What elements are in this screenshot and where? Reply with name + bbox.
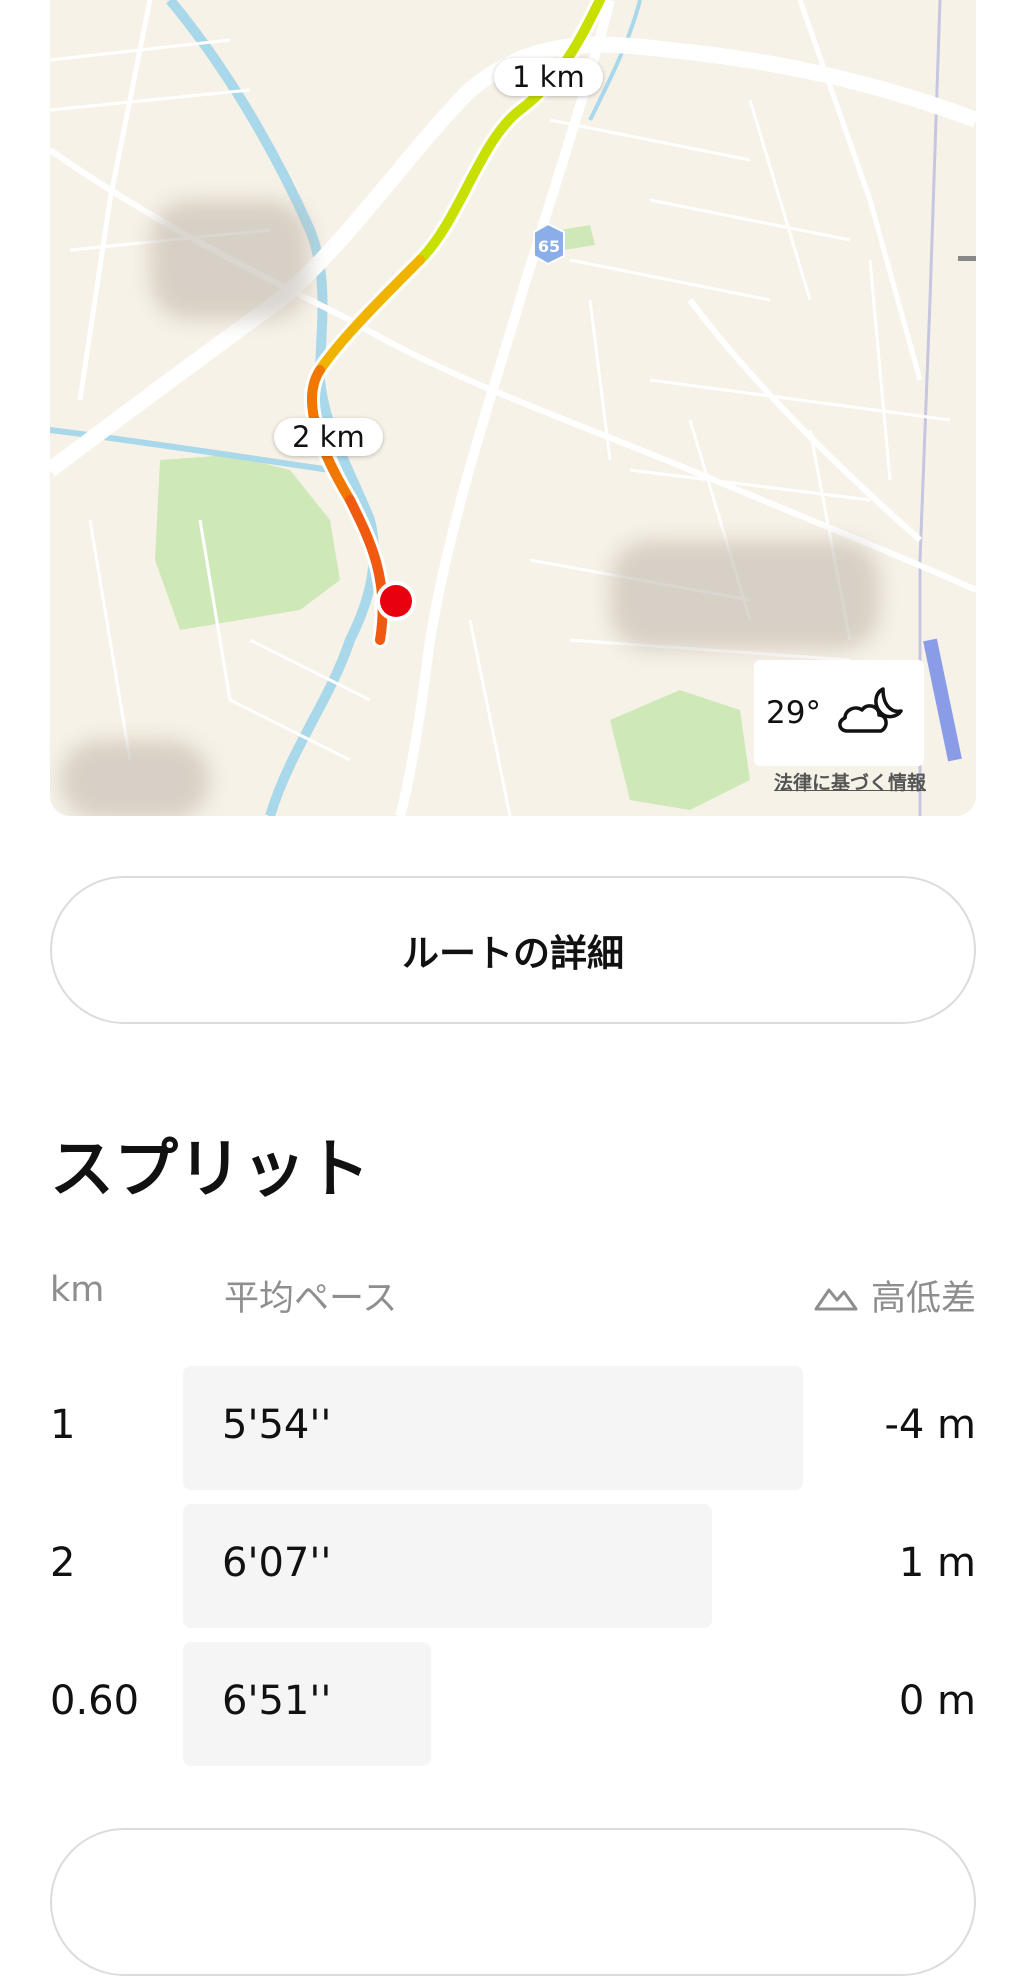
split-row: 2 6'07'' 1 m (50, 1504, 976, 1642)
park-area (155, 455, 340, 630)
river (166, 0, 379, 816)
split-elevation: 0 m (898, 1678, 976, 1724)
split-km: 0.60 (50, 1678, 140, 1724)
weather-temperature: 29° (766, 695, 821, 731)
bottom-action-button[interactable] (50, 1828, 976, 1976)
route-details-button[interactable]: ルートの詳細 (50, 876, 976, 1024)
split-pace: 6'51'' (222, 1678, 332, 1724)
km-marker-2: 2 km (274, 418, 383, 456)
split-row: 1 5'54'' -4 m (50, 1366, 976, 1504)
cloud-moon-icon (835, 683, 907, 743)
split-pace: 5'54'' (222, 1402, 332, 1448)
legal-info-link[interactable]: 法律に基づく情報 (774, 768, 926, 795)
blurred-place-label (150, 200, 310, 320)
park-area (610, 690, 750, 810)
mountain-icon (814, 1288, 858, 1310)
split-elevation: -4 m (884, 1402, 976, 1448)
road (77, 0, 153, 401)
route-map[interactable]: 65 1 km 2 km 29° 法律に基づく情報 (50, 0, 976, 816)
header-km: km (50, 1270, 105, 1310)
split-elevation: 1 m (898, 1540, 976, 1586)
rail-line (923, 638, 962, 762)
route-details-label: ルートの詳細 (402, 932, 624, 975)
splits-table: 1 5'54'' -4 m 2 6'07'' 1 m 0.60 6'51'' 0… (50, 1366, 976, 1780)
km-marker-1: 1 km (494, 58, 603, 96)
current-position-marker (380, 585, 412, 617)
header-elevation: 高低差 (813, 1270, 976, 1321)
splits-header: km 平均ペース 高低差 (50, 1262, 976, 1319)
header-average-pace: 平均ペース (224, 1279, 398, 1319)
split-km: 1 (50, 1402, 76, 1448)
map-edge-marker (958, 256, 976, 261)
splits-title: スプリット (50, 1133, 370, 1207)
header-elevation-label: 高低差 (870, 1279, 976, 1319)
split-row: 0.60 6'51'' 0 m (50, 1642, 976, 1780)
road (797, 0, 923, 381)
park-area (560, 225, 595, 250)
blurred-place-label (610, 540, 880, 650)
road-badge-number: 65 (538, 237, 560, 256)
weather-widget[interactable]: 29° (754, 660, 924, 766)
split-pace: 6'07'' (222, 1540, 332, 1586)
split-km: 2 (50, 1540, 76, 1586)
blurred-place-label (60, 740, 210, 816)
